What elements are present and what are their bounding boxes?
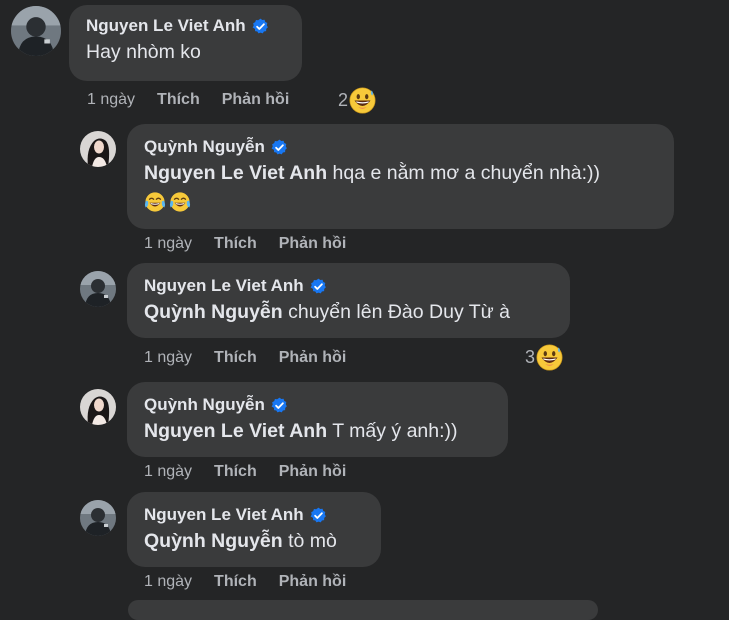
emoji-line [144,191,674,215]
reply-button[interactable]: Phản hồi [279,349,347,367]
reaction-count: 3 [525,347,536,367]
avatar-image [11,6,61,56]
comment-author[interactable]: Nguyen Le Viet Anh [86,16,246,36]
comment-actions: 1 ngày Thích Phản hồi [144,349,346,367]
avatar[interactable] [80,131,116,167]
comment-time[interactable]: 1 ngày [87,91,135,109]
comment-actions: 1 ngày Thích Phản hồi [144,463,346,481]
comment-bubble: Nguyen Le Viet Anh Quỳnh Nguyễn tò mò [127,492,381,567]
comment-actions: 1 ngày Thích Phản hồi [87,91,289,109]
comment-author[interactable]: Quỳnh Nguyễn [144,395,265,415]
avatar-image [80,389,116,425]
grinning-sweat-emoji-icon [536,344,563,371]
comment-author[interactable]: Quỳnh Nguyễn [144,137,265,157]
mention-link[interactable]: Quỳnh Nguyễn [144,530,283,552]
comment-time[interactable]: 1 ngày [144,573,192,591]
reaction-count: 2 [338,90,349,110]
comment-bubble: Quỳnh Nguyễn Nguyen Le Viet Anh T mấy ý … [127,382,508,457]
tears-of-joy-emoji-icon [144,191,166,213]
comment-body: T mấy ý anh:)) [332,420,458,442]
verified-badge-icon [252,18,269,35]
comment-text: Nguyen Le Viet Anh hqa e nằm mơ a chuyển… [144,162,674,185]
like-button[interactable]: Thích [214,349,257,367]
comment-actions: 1 ngày Thích Phản hồi [144,573,346,591]
reaction-summary[interactable]: 2 [338,87,376,114]
avatar[interactable] [11,6,61,56]
comment-text: Quỳnh Nguyễn chuyển lên Đào Duy Từ à [144,301,570,324]
avatar[interactable] [80,389,116,425]
reply-button[interactable]: Phản hồi [279,235,347,253]
comment-body: hqa e nằm mơ a chuyển nhà:)) [332,162,601,184]
verified-badge-icon [310,507,327,524]
reply-button[interactable]: Phản hồi [279,573,347,591]
comment-text: Nguyen Le Viet Anh T mấy ý anh:)) [144,420,508,443]
like-button[interactable]: Thích [214,573,257,591]
comment-time[interactable]: 1 ngày [144,349,192,367]
comment-time[interactable]: 1 ngày [144,235,192,253]
mention-link[interactable]: Nguyen Le Viet Anh [144,420,327,442]
reply-button[interactable]: Phản hồi [279,463,347,481]
comment-actions: 1 ngày Thích Phản hồi [144,235,346,253]
next-comment-bubble [128,600,598,620]
avatar-image [80,500,116,536]
tears-of-joy-emoji-icon [169,191,191,213]
like-button[interactable]: Thích [214,235,257,253]
avatar[interactable] [80,271,116,307]
reply-button[interactable]: Phản hồi [222,91,290,109]
verified-badge-icon [310,278,327,295]
like-button[interactable]: Thích [157,91,200,109]
mention-link[interactable]: Nguyen Le Viet Anh [144,162,327,184]
comment-text: Quỳnh Nguyễn tò mò [144,530,381,553]
avatar-image [80,271,116,307]
comment-time[interactable]: 1 ngày [144,463,192,481]
like-button[interactable]: Thích [214,463,257,481]
verified-badge-icon [271,397,288,414]
grinning-sweat-emoji-icon [349,87,376,114]
avatar-image [80,131,116,167]
comment-body: chuyển lên Đào Duy Từ à [288,301,510,323]
mention-link[interactable]: Quỳnh Nguyễn [144,301,283,323]
comment-author[interactable]: Nguyen Le Viet Anh [144,505,304,525]
comment-body: tò mò [288,530,337,552]
comment-bubble: Nguyen Le Viet Anh Hay nhòm ko [69,5,302,81]
comment-author[interactable]: Nguyen Le Viet Anh [144,276,304,296]
comment-bubble: Nguyen Le Viet Anh Quỳnh Nguyễn chuyển l… [127,263,570,338]
avatar[interactable] [80,500,116,536]
reaction-summary[interactable]: 3 [525,344,563,371]
verified-badge-icon [271,139,288,156]
comment-text: Hay nhòm ko [86,41,201,63]
comment-bubble: Quỳnh Nguyễn Nguyen Le Viet Anh hqa e nằ… [127,124,674,229]
